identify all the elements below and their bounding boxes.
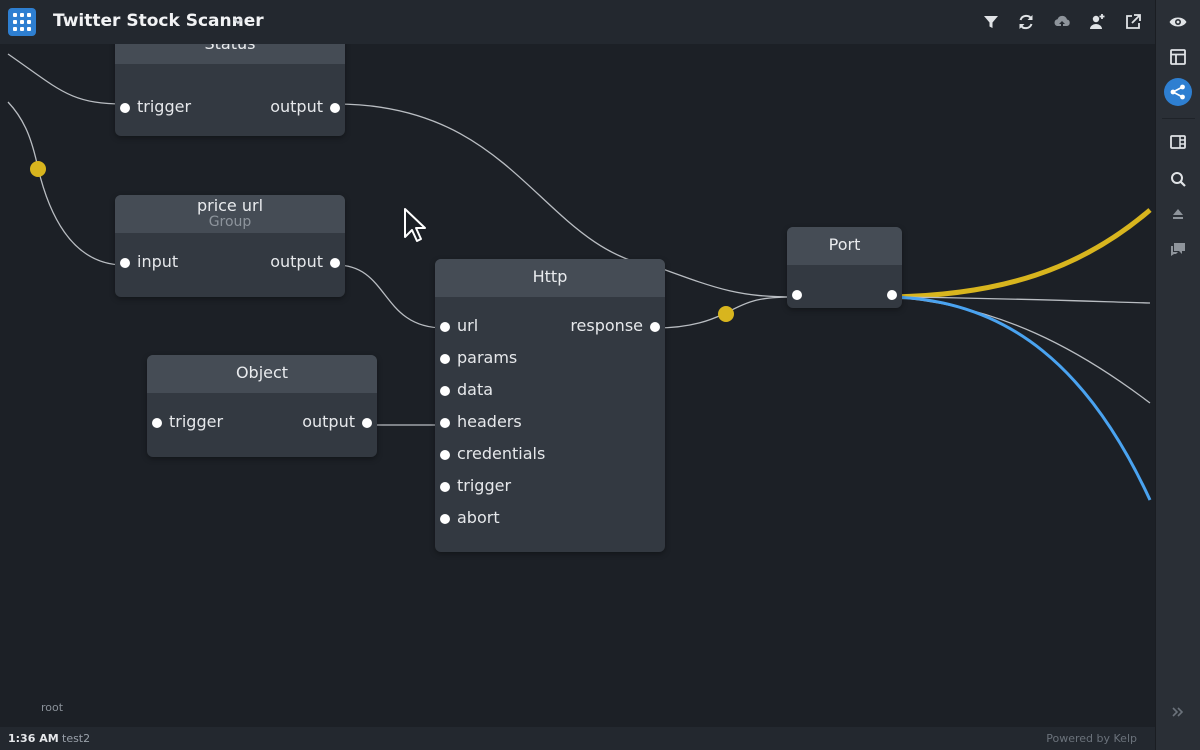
node-title: price url bbox=[196, 196, 264, 215]
external-link-icon[interactable] bbox=[1123, 12, 1143, 32]
port-row: data bbox=[435, 375, 665, 407]
input-port[interactable] bbox=[440, 386, 450, 396]
input-port[interactable] bbox=[440, 450, 450, 460]
port-label: trigger bbox=[137, 97, 192, 116]
relay-dot[interactable] bbox=[30, 161, 46, 177]
node-http[interactable]: Http url response params data headers cr… bbox=[435, 259, 665, 552]
node-title: Status bbox=[115, 44, 345, 64]
output-port[interactable] bbox=[330, 103, 340, 113]
comments-icon[interactable] bbox=[1164, 235, 1192, 263]
node-graph-icon[interactable] bbox=[1164, 78, 1192, 106]
app-grid-icon[interactable] bbox=[8, 8, 36, 36]
port-label: trigger bbox=[457, 476, 512, 495]
eject-icon[interactable] bbox=[1164, 200, 1192, 228]
port-row: url response bbox=[435, 311, 665, 343]
filter-icon[interactable] bbox=[981, 12, 1001, 32]
expand-icon[interactable] bbox=[1164, 698, 1192, 726]
port-label: response bbox=[570, 316, 643, 335]
port-label: headers bbox=[457, 412, 522, 431]
node-object[interactable]: Object trigger output bbox=[147, 355, 377, 457]
node-title-block: price url Group bbox=[115, 195, 345, 233]
node-price-url[interactable]: price url Group input output bbox=[115, 195, 345, 297]
port-row: trigger bbox=[435, 471, 665, 503]
port-label: trigger bbox=[169, 412, 224, 431]
port-label: output bbox=[270, 97, 323, 116]
search-icon[interactable] bbox=[1164, 165, 1192, 193]
cloud-upload-icon[interactable] bbox=[1052, 12, 1072, 32]
output-port[interactable] bbox=[887, 290, 897, 300]
node-subtitle: Group bbox=[208, 214, 252, 230]
add-user-icon[interactable] bbox=[1087, 12, 1107, 32]
port-label: credentials bbox=[457, 444, 546, 463]
input-port[interactable] bbox=[120, 103, 130, 113]
input-port[interactable] bbox=[440, 514, 450, 524]
chevron-down-icon[interactable] bbox=[232, 13, 244, 29]
input-port[interactable] bbox=[440, 354, 450, 364]
top-bar: Twitter Stock Scanner bbox=[0, 0, 1155, 44]
output-port[interactable] bbox=[362, 418, 372, 428]
port-row: credentials bbox=[435, 439, 665, 471]
port-label: params bbox=[457, 348, 518, 367]
input-port[interactable] bbox=[440, 418, 450, 428]
input-port[interactable] bbox=[152, 418, 162, 428]
layout-icon[interactable] bbox=[1164, 43, 1192, 71]
node-title: Http bbox=[435, 259, 665, 297]
status-bar: 1:36 AM test2 Powered by Kelp bbox=[0, 727, 1155, 750]
input-port[interactable] bbox=[120, 258, 130, 268]
port-row: input output bbox=[115, 247, 345, 279]
port-row: params bbox=[435, 343, 665, 375]
input-port[interactable] bbox=[792, 290, 802, 300]
output-port[interactable] bbox=[330, 258, 340, 268]
node-port[interactable]: Port bbox=[787, 227, 902, 308]
breadcrumb[interactable]: root bbox=[41, 701, 63, 714]
relay-dot[interactable] bbox=[718, 306, 734, 322]
port-label: input bbox=[137, 252, 179, 271]
port-label: output bbox=[270, 252, 323, 271]
node-title: Port bbox=[787, 227, 902, 265]
powered-by[interactable]: Powered by Kelp bbox=[1046, 732, 1137, 745]
port-label: output bbox=[302, 412, 355, 431]
port-row: headers bbox=[435, 407, 665, 439]
refresh-icon[interactable] bbox=[1016, 12, 1036, 32]
port-label: data bbox=[457, 380, 494, 399]
node-status[interactable]: Status trigger output bbox=[115, 44, 345, 136]
input-port[interactable] bbox=[440, 322, 450, 332]
mouse-cursor-icon bbox=[404, 208, 426, 242]
port-row: abort bbox=[435, 503, 665, 535]
port-row: trigger output bbox=[147, 407, 377, 439]
node-title: Object bbox=[147, 355, 377, 393]
clock: 1:36 AM bbox=[8, 732, 59, 745]
panel-icon[interactable] bbox=[1164, 128, 1192, 156]
eye-icon[interactable] bbox=[1164, 8, 1192, 36]
graph-canvas[interactable]: Status trigger output price url Group in… bbox=[0, 44, 1155, 727]
port-label: abort bbox=[457, 508, 500, 527]
project-name[interactable]: test2 bbox=[62, 732, 90, 745]
right-rail bbox=[1155, 0, 1200, 750]
port-label: url bbox=[457, 316, 479, 335]
port-row bbox=[787, 279, 902, 308]
rail-divider bbox=[1162, 118, 1195, 119]
port-row: trigger output bbox=[115, 92, 345, 124]
input-port[interactable] bbox=[440, 482, 450, 492]
output-port[interactable] bbox=[650, 322, 660, 332]
